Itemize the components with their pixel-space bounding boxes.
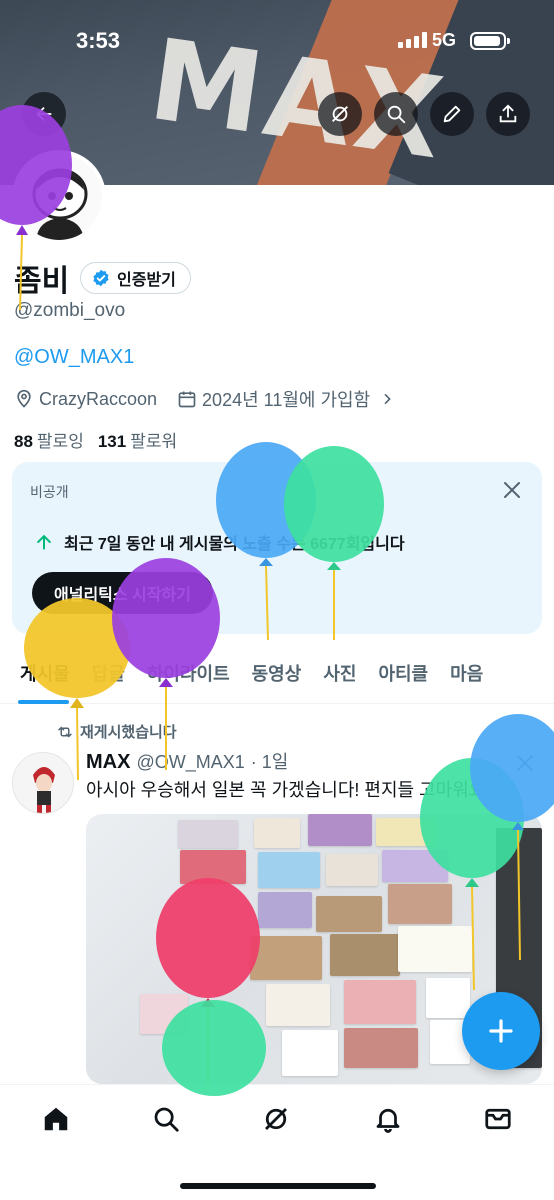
plus-icon [489, 1019, 513, 1043]
get-verified-label: 인증받기 [117, 272, 176, 289]
get-verified-button[interactable]: 인증받기 [80, 262, 191, 294]
post-avatar-illustration [13, 753, 73, 813]
post-header: MAX @OW_MAX1 · 1일 [86, 748, 288, 774]
repost-indicator: 재게시했습니다 [56, 721, 177, 742]
following-link[interactable]: 88 팔로잉 [14, 427, 84, 452]
private-label: 비공개 [30, 484, 69, 500]
letter-envelope [178, 820, 238, 848]
letter-envelope [388, 884, 452, 924]
letter-envelope [344, 980, 416, 1024]
share-button[interactable] [486, 92, 530, 136]
letter-envelope [258, 852, 320, 888]
search-icon [154, 1107, 179, 1132]
tab-replies[interactable]: 답글 [81, 648, 136, 704]
followers-link[interactable]: 131 팔로워 [98, 427, 177, 452]
back-button[interactable] [22, 92, 66, 136]
pencil-icon [443, 105, 461, 123]
compose-button[interactable] [462, 992, 540, 1070]
tab-highlights[interactable]: 하이라이트 [136, 648, 241, 704]
status-bar: 3:53 5G [0, 24, 554, 60]
profile-name: 좀비 [14, 265, 70, 298]
joined-text: 2024년 11월에 가입함 [202, 390, 371, 410]
calendar-icon [178, 391, 196, 408]
followers-label: 팔로워 [130, 432, 178, 451]
tab-articles[interactable]: 아티클 [367, 648, 439, 704]
edit-button[interactable] [430, 92, 474, 136]
grok-button[interactable] [318, 92, 362, 136]
letter-envelope [382, 850, 448, 882]
letter-envelope [266, 984, 330, 1026]
signal-icon [398, 32, 427, 48]
followers-count: 131 [97, 432, 127, 451]
post-text: 아시아 우승해서 일본 꼭 가겠습니다! 편지들 고마워요! [86, 780, 491, 800]
letter-envelope [250, 936, 322, 980]
avatar-illustration [16, 154, 102, 240]
bio-mention-link[interactable]: @OW_MAX1 [14, 346, 134, 369]
post-author-avatar[interactable] [12, 752, 74, 814]
post-author-name[interactable]: MAX [86, 751, 130, 774]
following-label: 팔로잉 [36, 432, 84, 451]
letter-envelope [308, 814, 372, 846]
letter-envelope [326, 854, 378, 886]
location-text: CrazyRaccoon [39, 388, 158, 409]
following-count: 88 [14, 432, 33, 451]
chevron-right-icon [384, 393, 391, 405]
location-pin-icon [17, 389, 31, 408]
post-author-handle[interactable]: @OW_MAX1 [136, 752, 244, 773]
repost-icon [58, 725, 72, 738]
analytics-card: 비공개 최근 7일 동안 내 게시물의 노출 수는 6677회입니다 애널리틱스… [12, 462, 542, 634]
tab-posts[interactable]: 게시물 [0, 648, 81, 704]
post-time: · 1일 [250, 752, 289, 772]
home-icon [44, 1107, 68, 1131]
letter-envelope [376, 818, 436, 846]
profile-meta: CrazyRaccoon 2024년 11월에 가입함 [14, 386, 395, 412]
follow-stats: 88 팔로잉 131 팔로워 [14, 427, 177, 452]
profile-handle: @zombi_ovo [14, 300, 126, 321]
close-icon[interactable] [500, 478, 524, 502]
profile-avatar[interactable] [12, 150, 106, 244]
verified-badge-icon [93, 269, 109, 287]
arrow-up-icon [37, 534, 51, 550]
letter-envelope [316, 896, 382, 932]
tab-videos[interactable]: 동영상 [241, 648, 313, 704]
letter-envelope [180, 850, 246, 884]
profile-tabs: 게시물 답글 하이라이트 동영상 사진 아티클 마음 [0, 648, 554, 704]
start-analytics-button[interactable]: 애널리틱스 시작하기 [32, 572, 213, 614]
home-indicator [180, 1183, 376, 1189]
nav-home[interactable] [38, 1101, 74, 1137]
network-type: 5G [432, 30, 457, 50]
tab-likes[interactable]: 마음 [439, 648, 494, 704]
nav-grok[interactable] [258, 1101, 294, 1137]
tab-photos[interactable]: 사진 [312, 648, 367, 704]
letter-envelope [258, 892, 312, 928]
letter-envelope [426, 978, 470, 1018]
letter-envelope [254, 818, 300, 848]
bottom-navigation [0, 1084, 554, 1200]
search-button[interactable] [374, 92, 418, 136]
nav-notifications[interactable] [370, 1101, 406, 1137]
nav-search[interactable] [148, 1101, 184, 1137]
letter-envelope [140, 994, 188, 1034]
arrow-left-icon [36, 106, 52, 122]
impressions-headline: 최근 7일 동안 내 게시물의 노출 수는 6677회입니다 [34, 530, 405, 554]
mail-icon [485, 1108, 511, 1130]
letter-envelope [282, 1030, 338, 1076]
profile-joined[interactable]: 2024년 11월에 가입함 [177, 386, 395, 412]
grok-icon [265, 1108, 287, 1130]
grok-icon [332, 106, 348, 122]
letter-envelope [344, 1028, 418, 1068]
impressions-text: 최근 7일 동안 내 게시물의 노출 수는 6677회입니다 [64, 536, 405, 553]
search-icon [387, 105, 406, 124]
nav-messages[interactable] [480, 1101, 516, 1137]
x-logo-icon [517, 755, 533, 771]
status-time: 3:53 [76, 28, 121, 53]
bell-icon [376, 1108, 400, 1133]
letter-envelope [398, 926, 472, 972]
battery-icon [470, 32, 510, 50]
share-icon [499, 104, 517, 123]
repost-label: 재게시했습니다 [80, 724, 177, 741]
profile-location: CrazyRaccoon [14, 389, 157, 410]
letter-envelope [330, 934, 400, 976]
